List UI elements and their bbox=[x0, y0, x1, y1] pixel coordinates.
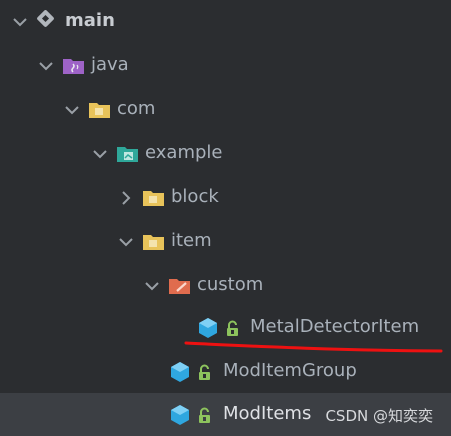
tree-node-mod-item-group[interactable]: ModItemGroup bbox=[0, 350, 451, 394]
chevron-right-icon[interactable] bbox=[116, 188, 136, 208]
chevron-down-icon[interactable] bbox=[90, 144, 110, 164]
tree-node-label: java bbox=[91, 54, 129, 75]
tree-node-java[interactable]: java bbox=[0, 44, 451, 88]
tree-node-label: item bbox=[171, 230, 212, 251]
tree-node-block[interactable]: block bbox=[0, 176, 451, 220]
folder-icon bbox=[143, 235, 164, 250]
watermark: CSDN @知奕奕 bbox=[325, 407, 433, 425]
tree-node-main[interactable]: main bbox=[0, 0, 451, 44]
tree-node-custom[interactable]: custom bbox=[0, 264, 451, 308]
module-folder-icon bbox=[37, 10, 54, 27]
package-folder-icon bbox=[117, 147, 138, 162]
lock-open-icon bbox=[199, 364, 210, 380]
tree-node-com[interactable]: com bbox=[0, 88, 451, 132]
tree-node-label: example bbox=[145, 142, 223, 163]
tree-node-label: MetalDetectorItem bbox=[250, 316, 420, 337]
chevron-down-icon[interactable] bbox=[36, 56, 56, 76]
folder-icon bbox=[143, 191, 164, 206]
source-root-folder-icon bbox=[63, 59, 84, 74]
tree-node-label: main bbox=[65, 10, 115, 31]
class-icon bbox=[199, 318, 217, 338]
folder-icon bbox=[89, 103, 110, 118]
chevron-down-icon[interactable] bbox=[10, 12, 30, 32]
class-icon bbox=[171, 405, 189, 425]
tree-node-item[interactable]: item bbox=[0, 220, 451, 264]
lock-open-icon bbox=[227, 320, 238, 336]
lock-open-icon bbox=[199, 407, 210, 423]
tree-node-label: ModItemGroup bbox=[223, 360, 357, 381]
tree-node-metal-detector-item[interactable]: MetalDetectorItem bbox=[0, 306, 451, 350]
package-folder-icon bbox=[169, 279, 190, 294]
chevron-down-icon[interactable] bbox=[142, 276, 162, 296]
tree-node-label: custom bbox=[197, 274, 264, 295]
class-icon bbox=[171, 362, 189, 382]
tree-node-label: block bbox=[171, 186, 219, 207]
project-tree: main java com example block item custom … bbox=[0, 0, 451, 436]
tree-node-example[interactable]: example bbox=[0, 132, 451, 176]
chevron-down-icon[interactable] bbox=[116, 232, 136, 252]
tree-node-label: com bbox=[117, 98, 156, 119]
tree-node-label: ModItems bbox=[223, 403, 312, 424]
chevron-down-icon[interactable] bbox=[62, 100, 82, 120]
